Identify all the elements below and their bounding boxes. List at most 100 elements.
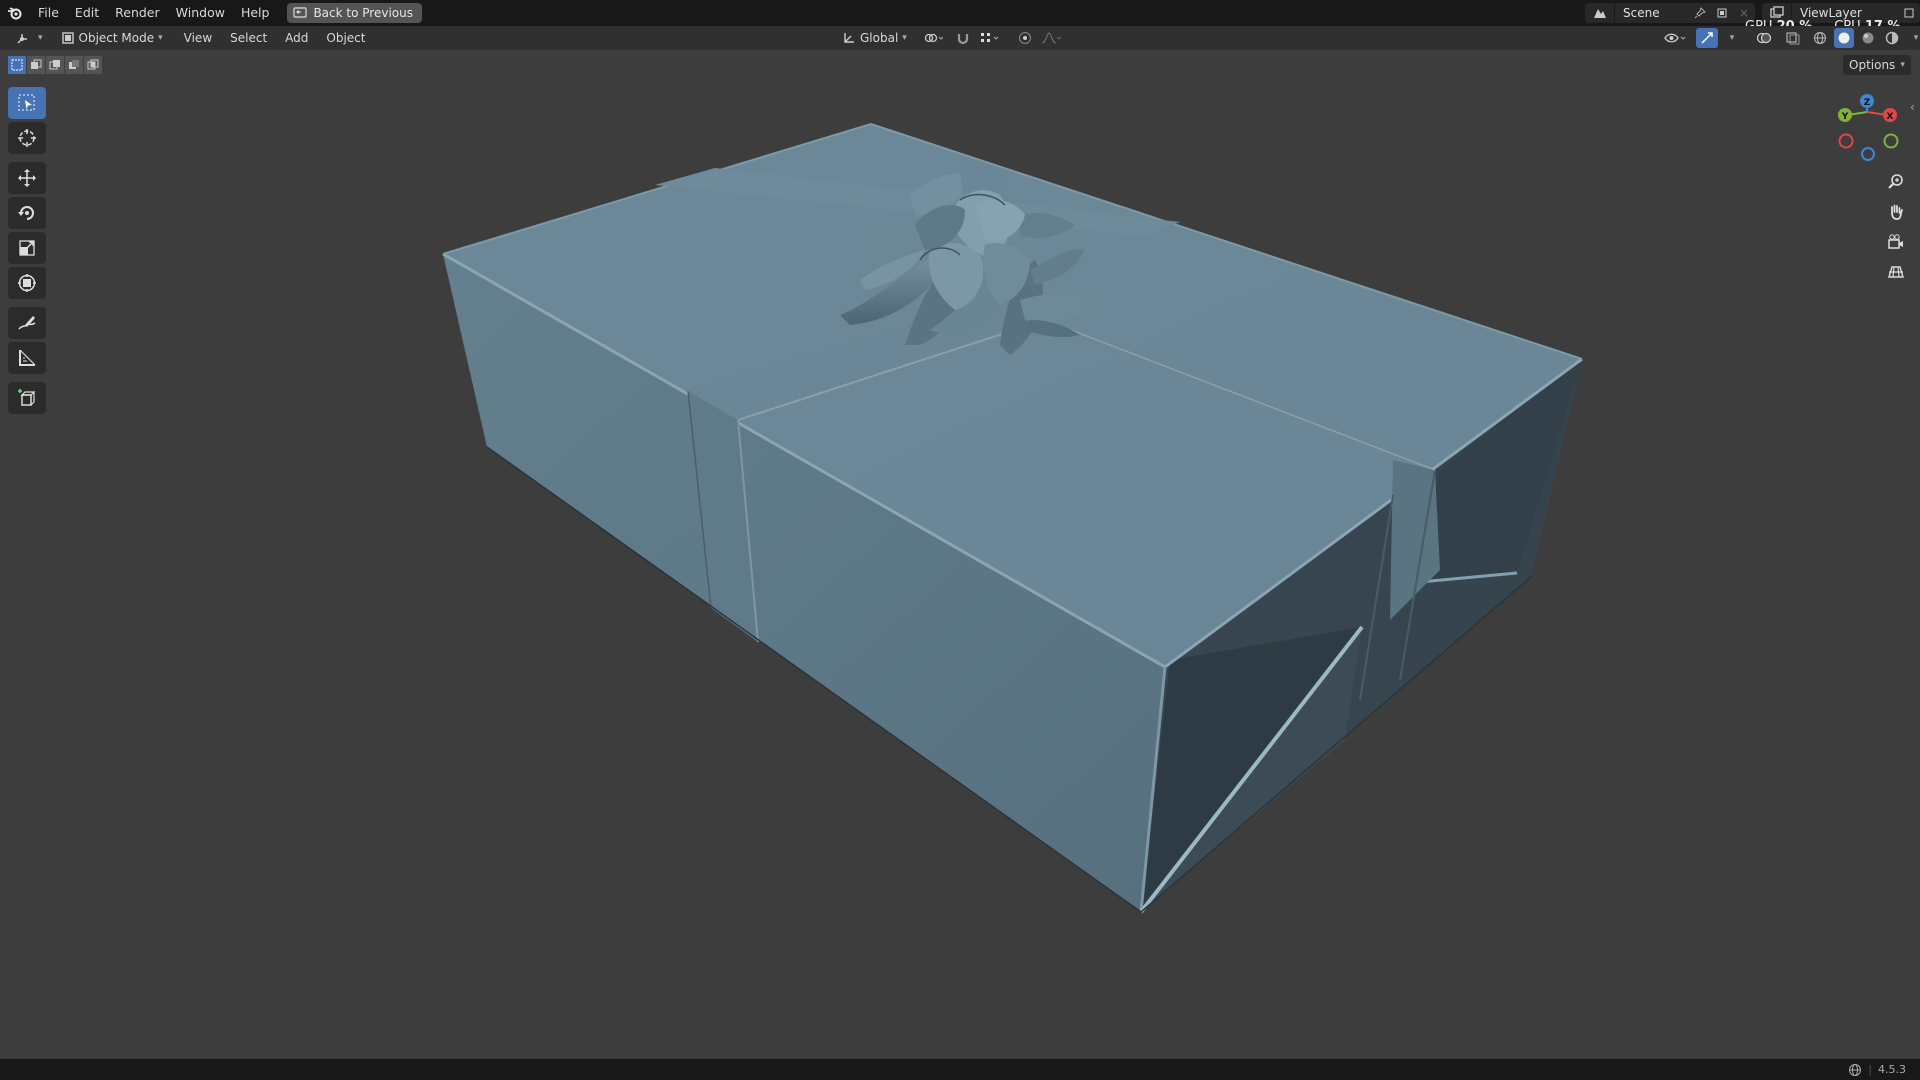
xray-toggle[interactable] [1780,28,1806,48]
select-invert-button[interactable] [65,56,83,74]
menu-render[interactable]: Render [107,0,168,26]
gizmo-toggle[interactable] [1696,28,1718,48]
back-to-previous-button[interactable]: Back to Previous [287,3,422,23]
blender-logo-icon[interactable] [0,0,30,26]
chevron-down-icon: ▾ [902,33,907,43]
zoom-button[interactable] [1881,168,1911,196]
pin-icon[interactable] [1689,7,1711,19]
select-subtract-button[interactable] [46,56,64,74]
view-layer-name[interactable]: ViewLayer [1792,6,1898,20]
transform-tools: Global ▾ [836,28,1065,48]
visibility-dropdown[interactable] [1660,28,1692,48]
pivot-icon [924,33,943,43]
scale-tool[interactable] [8,232,46,264]
overlays-icon [1756,32,1772,44]
eye-icon [1664,33,1686,43]
scene-name[interactable]: Scene [1615,6,1689,20]
sidebar-toggle-icon[interactable]: ‹ [1910,100,1915,114]
shading-rendered-button[interactable] [1882,28,1902,48]
options-label: Options [1849,58,1896,72]
back-to-previous-label: Back to Previous [313,6,413,20]
scale-icon [19,240,35,256]
menu-object[interactable]: Object [317,26,374,50]
axis-neg-y-icon[interactable] [1883,133,1899,149]
options-dropdown[interactable]: Options ▾ [1843,55,1911,75]
cursor-icon [18,129,36,147]
menu-select[interactable]: Select [221,26,276,50]
chevron-down-icon: ▾ [38,33,43,43]
gizmo-icon [1701,32,1713,44]
magnet-icon [957,34,968,45]
pivot-point-button[interactable] [917,28,949,48]
orientation-dropdown[interactable]: Global ▾ [836,28,913,48]
select-intersect-icon [87,59,99,70]
chevron-down-icon: ▾ [1729,33,1735,43]
annotate-tool[interactable] [8,307,46,339]
transform-icon [18,274,36,292]
cursor-tool[interactable] [8,122,46,154]
orientation-label: Global [860,31,899,45]
menu-view[interactable]: View [175,26,221,50]
select-new-icon [11,59,23,71]
snap-toggle[interactable] [953,28,973,48]
editor-type-button[interactable]: ▾ [10,28,49,48]
ortho-toggle-button[interactable] [1881,258,1911,286]
xray-icon [1786,32,1800,45]
chevron-down-icon: ▾ [158,33,163,43]
overlays-toggle[interactable] [1752,28,1776,48]
falloff-button[interactable] [1039,28,1065,48]
zoom-icon [1888,174,1903,189]
camera-icon [1888,234,1903,249]
select-extend-button[interactable] [27,56,45,74]
pan-hand-icon [1891,204,1903,220]
chevron-down-icon: ▾ [1900,60,1905,70]
scene-icon[interactable] [1585,3,1615,23]
scene-selector[interactable]: Scene × [1585,3,1755,23]
orientation-icon [844,33,854,43]
shading-wireframe-button[interactable] [1810,28,1830,48]
material-sphere-icon [1862,32,1874,44]
shading-solid-button[interactable] [1834,28,1854,48]
axis-z-label: Z [1864,98,1871,108]
new-scene-icon[interactable] [1711,7,1733,19]
select-invert-icon [69,60,79,69]
select-subtract-icon [49,60,60,70]
menu-file[interactable]: File [30,0,67,26]
menu-edit[interactable]: Edit [67,0,107,26]
mode-dropdown[interactable]: Object Mode ▾ [55,28,169,48]
snap-grid-icon [980,33,999,42]
pan-button[interactable] [1881,198,1911,226]
version-label: 4.5.3 [1878,1063,1906,1076]
rotate-tool[interactable] [8,197,46,229]
new-view-layer-icon[interactable] [1898,7,1920,19]
select-box-tool[interactable] [8,87,46,119]
status-bar: | 4.5.3 [0,1059,1920,1080]
add-cube-tool[interactable] [8,382,46,414]
measure-tool[interactable] [8,342,46,374]
object-mode-icon [61,32,74,44]
menu-help[interactable]: Help [233,0,278,26]
delete-scene-icon[interactable]: × [1733,6,1755,20]
selection-mode-buttons [8,56,102,74]
mode-label: Object Mode [78,31,155,45]
tool-shelf [8,87,46,417]
select-extend-icon [31,59,42,69]
select-intersect-button[interactable] [84,56,102,74]
gift-box-object[interactable] [0,50,1920,1059]
menu-window[interactable]: Window [168,0,233,26]
select-new-button[interactable] [8,56,26,74]
3d-viewport[interactable] [0,50,1920,1059]
shading-material-button[interactable] [1858,28,1878,48]
proportional-edit-toggle[interactable] [1015,28,1035,48]
axis-neg-z-icon[interactable] [1861,147,1875,161]
viewport-display-tools: ▾ ▾ [1660,28,1920,48]
camera-view-button[interactable] [1881,228,1911,256]
transform-tool[interactable] [8,267,46,299]
gizmo-dropdown[interactable]: ▾ [1722,28,1742,48]
snap-target-button[interactable] [977,28,1003,48]
axis-neg-x-icon[interactable] [1838,133,1854,149]
menu-add[interactable]: Add [276,26,317,50]
move-tool[interactable] [8,162,46,194]
shading-dropdown[interactable]: ▾ [1906,28,1920,48]
navigation-gizmo[interactable]: Z X Y [1832,90,1902,165]
